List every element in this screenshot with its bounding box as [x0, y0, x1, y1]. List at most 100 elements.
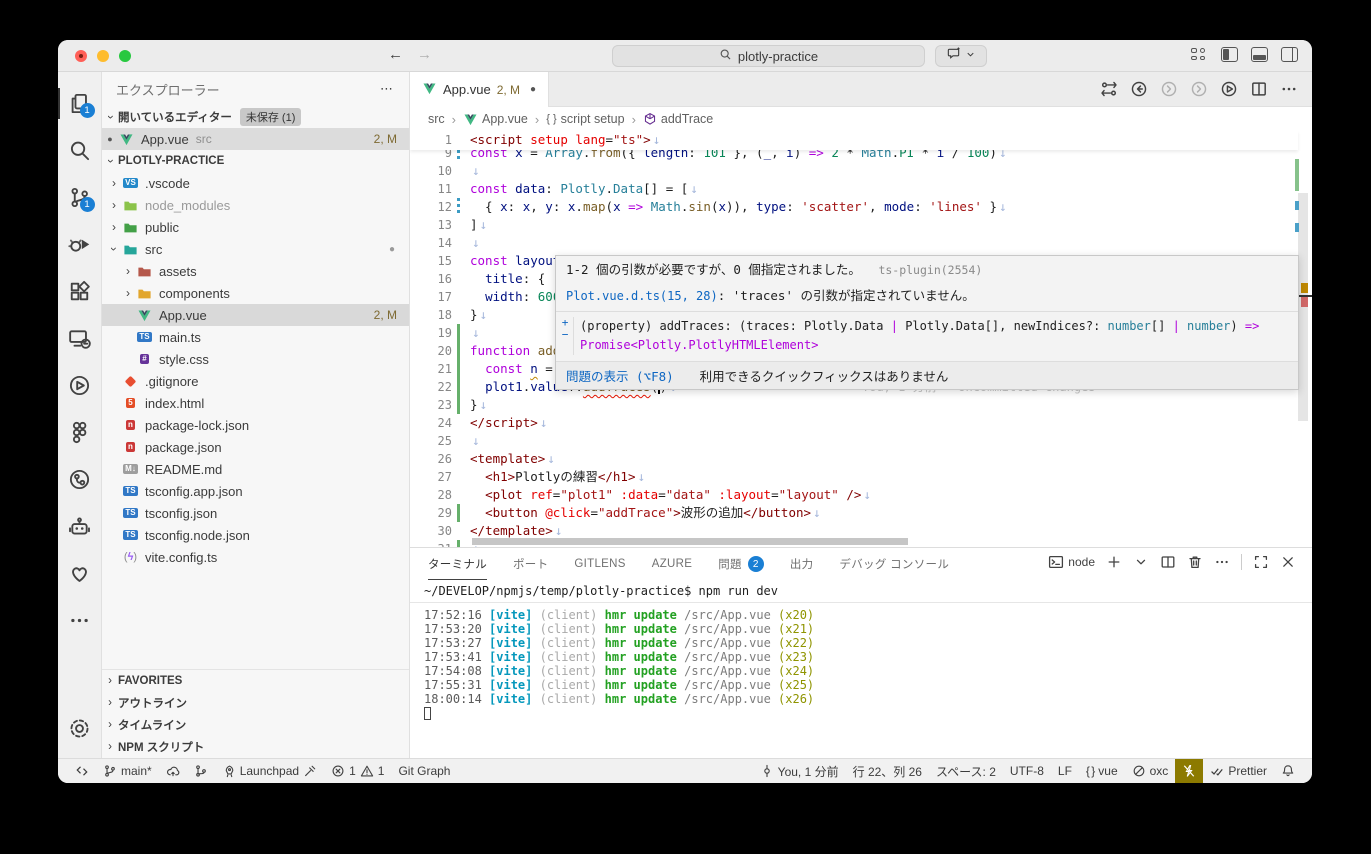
nav-forward-button[interactable]: →: [417, 46, 432, 63]
status-branch[interactable]: main*: [96, 759, 159, 784]
sticky-scroll-line[interactable]: 1<script setup lang="ts">↓: [410, 131, 1298, 150]
panel-tab--[interactable]: 問題2: [718, 548, 764, 580]
terminal-profile[interactable]: node: [1048, 554, 1095, 570]
status-indent[interactable]: スペース: 2: [929, 759, 1003, 784]
breadcrumb-addtrace[interactable]: addTrace: [643, 112, 713, 126]
status-sync[interactable]: [159, 759, 187, 784]
tree-item--vscode[interactable]: ›VS.vscode: [102, 172, 409, 194]
tree-item-components[interactable]: ›components: [102, 282, 409, 304]
go-back-icon[interactable]: [1130, 80, 1148, 98]
tree-item-vite-config-ts[interactable]: (ϟ)vite.config.ts: [102, 546, 409, 568]
code-line-23[interactable]: 23}↓: [410, 396, 1312, 414]
section-npm-[interactable]: ›NPM スクリプト: [102, 736, 409, 758]
status-oxc[interactable]: oxc: [1125, 759, 1176, 784]
open-editor-item-appvue[interactable]: ● App.vue src 2, M: [102, 128, 409, 150]
kill-terminal-icon[interactable]: [1187, 554, 1203, 570]
tree-item-readme-md[interactable]: M↓README.md: [102, 458, 409, 480]
panel-tab--[interactable]: 出力: [790, 548, 814, 580]
open-changes-icon[interactable]: [1100, 80, 1118, 98]
explorer-more-actions[interactable]: ⋯: [380, 81, 395, 97]
code-line-26[interactable]: 26<template>↓: [410, 450, 1312, 468]
code-line-1[interactable]: 1<script setup lang="ts">↓: [410, 131, 1298, 149]
section-favorites[interactable]: ›FAVORITES: [102, 670, 409, 692]
breadcrumb-script-setup[interactable]: { }script setup: [546, 112, 624, 126]
activity-more[interactable]: [58, 597, 102, 644]
panel-tab--[interactable]: デバッグ コンソール: [839, 548, 949, 580]
activity-run-debug[interactable]: [58, 221, 102, 268]
tree-item-node-modules[interactable]: ›node_modules: [102, 194, 409, 216]
tree-item-style-css[interactable]: #style.css: [102, 348, 409, 370]
code-line-28[interactable]: 28 <plot ref="plot1" :data="data" :layou…: [410, 486, 1312, 504]
activity-favorites[interactable]: [58, 550, 102, 597]
tree-item-assets[interactable]: ›assets: [102, 260, 409, 282]
zoom-window-button[interactable]: [119, 50, 131, 62]
tree-item-package-json[interactable]: npackage.json: [102, 436, 409, 458]
panel-more-actions-icon[interactable]: [1214, 554, 1230, 570]
status-notifications[interactable]: [1274, 759, 1302, 784]
code-line-29[interactable]: 29 <button @click="addTrace">波形の追加</butt…: [410, 504, 1312, 522]
status-screencast[interactable]: [1175, 759, 1203, 784]
tree-item-tsconfig-node-json[interactable]: TStsconfig.node.json: [102, 524, 409, 546]
section--[interactable]: ›アウトライン: [102, 692, 409, 714]
tree-item-public[interactable]: ›public: [102, 216, 409, 238]
panel-tab--[interactable]: ポート: [513, 548, 548, 580]
tree-item-src[interactable]: ›src●: [102, 238, 409, 260]
horizontal-scrollbar[interactable]: [472, 538, 908, 545]
panel-tab--[interactable]: ターミナル: [428, 548, 487, 580]
toggle-secondary-sidebar-icon[interactable]: [1281, 47, 1298, 62]
new-terminal-icon[interactable]: [1106, 554, 1122, 570]
tree-item-index-html[interactable]: 5index.html: [102, 392, 409, 414]
command-center[interactable]: plotly-practice: [612, 45, 925, 67]
tooltip-file-link[interactable]: Plot.vue.d.ts(15, 28): [566, 289, 718, 303]
tree-item-tsconfig-app-json[interactable]: TStsconfig.app.json: [102, 480, 409, 502]
close-window-button[interactable]: [75, 50, 87, 62]
more-actions-icon[interactable]: [1280, 80, 1298, 98]
tab-appvue[interactable]: App.vue 2, M ●: [410, 72, 549, 107]
split-terminal-icon[interactable]: [1160, 554, 1176, 570]
code-line-27[interactable]: 27 <h1>Plotlyの練習</h1>↓: [410, 468, 1312, 486]
split-editor-icon[interactable]: [1250, 80, 1268, 98]
code-line-14[interactable]: 14↓: [410, 234, 1312, 252]
project-section-header[interactable]: › PLOTLY-PRACTICE: [102, 150, 409, 172]
status-language[interactable]: { }vue: [1079, 759, 1125, 784]
toggle-sidebar-icon[interactable]: [1221, 47, 1238, 62]
tree-item--gitignore[interactable]: .gitignore: [102, 370, 409, 392]
status-cursor-pos[interactable]: 行 22、列 26: [846, 759, 929, 784]
terminal[interactable]: ~/DEVELOP/npmjs/temp/plotly-practice$ np…: [410, 580, 1312, 721]
maximize-panel-icon[interactable]: [1253, 554, 1269, 570]
code-line-11[interactable]: 11const data: Plotly.Data[] = [↓: [410, 180, 1312, 198]
toggle-panel-icon[interactable]: [1251, 47, 1268, 62]
tree-item-app-vue[interactable]: App.vue2, M: [102, 304, 409, 326]
code-line-25[interactable]: 25↓: [410, 432, 1312, 450]
status-prettier[interactable]: Prettier: [1203, 759, 1274, 784]
status-graph[interactable]: [187, 759, 215, 784]
panel-tab-azure[interactable]: AZURE: [652, 548, 692, 580]
code-line-13[interactable]: 13]↓: [410, 216, 1312, 234]
terminal-launch-dropdown-icon[interactable]: [1133, 554, 1149, 570]
code-line-24[interactable]: 24</script>↓: [410, 414, 1312, 432]
activity-manage[interactable]: [58, 705, 102, 752]
code-line-10[interactable]: 10↓: [410, 162, 1312, 180]
activity-remote-explorer[interactable]: [58, 315, 102, 362]
activity-search[interactable]: [58, 127, 102, 174]
view-problem-action[interactable]: 問題の表示 (⌥F8): [566, 366, 674, 385]
activity-run-tasks[interactable]: [58, 362, 102, 409]
open-editors-section[interactable]: › 開いているエディター 未保存 (1): [102, 106, 409, 128]
activity-extensions[interactable]: [58, 268, 102, 315]
status-git-graph[interactable]: Git Graph: [391, 759, 457, 784]
activity-figma[interactable]: [58, 409, 102, 456]
activity-copilot[interactable]: [58, 503, 102, 550]
activity-explorer[interactable]: 1: [58, 80, 102, 127]
breadcrumb-app-vue[interactable]: App.vue: [463, 112, 528, 127]
status-problems[interactable]: 11: [324, 759, 391, 784]
status-encoding[interactable]: UTF-8: [1003, 759, 1051, 784]
status-eol[interactable]: LF: [1051, 759, 1079, 784]
run-file-icon[interactable]: [1220, 80, 1238, 98]
activity-git-graph[interactable]: [58, 456, 102, 503]
close-panel-icon[interactable]: [1280, 554, 1296, 570]
status-launchpad[interactable]: Launchpad: [215, 759, 324, 784]
customize-layout-icon[interactable]: [1191, 47, 1208, 62]
go-back-2-icon[interactable]: [1160, 80, 1178, 98]
status-remote[interactable]: [68, 759, 96, 784]
go-forward-icon[interactable]: [1190, 80, 1208, 98]
